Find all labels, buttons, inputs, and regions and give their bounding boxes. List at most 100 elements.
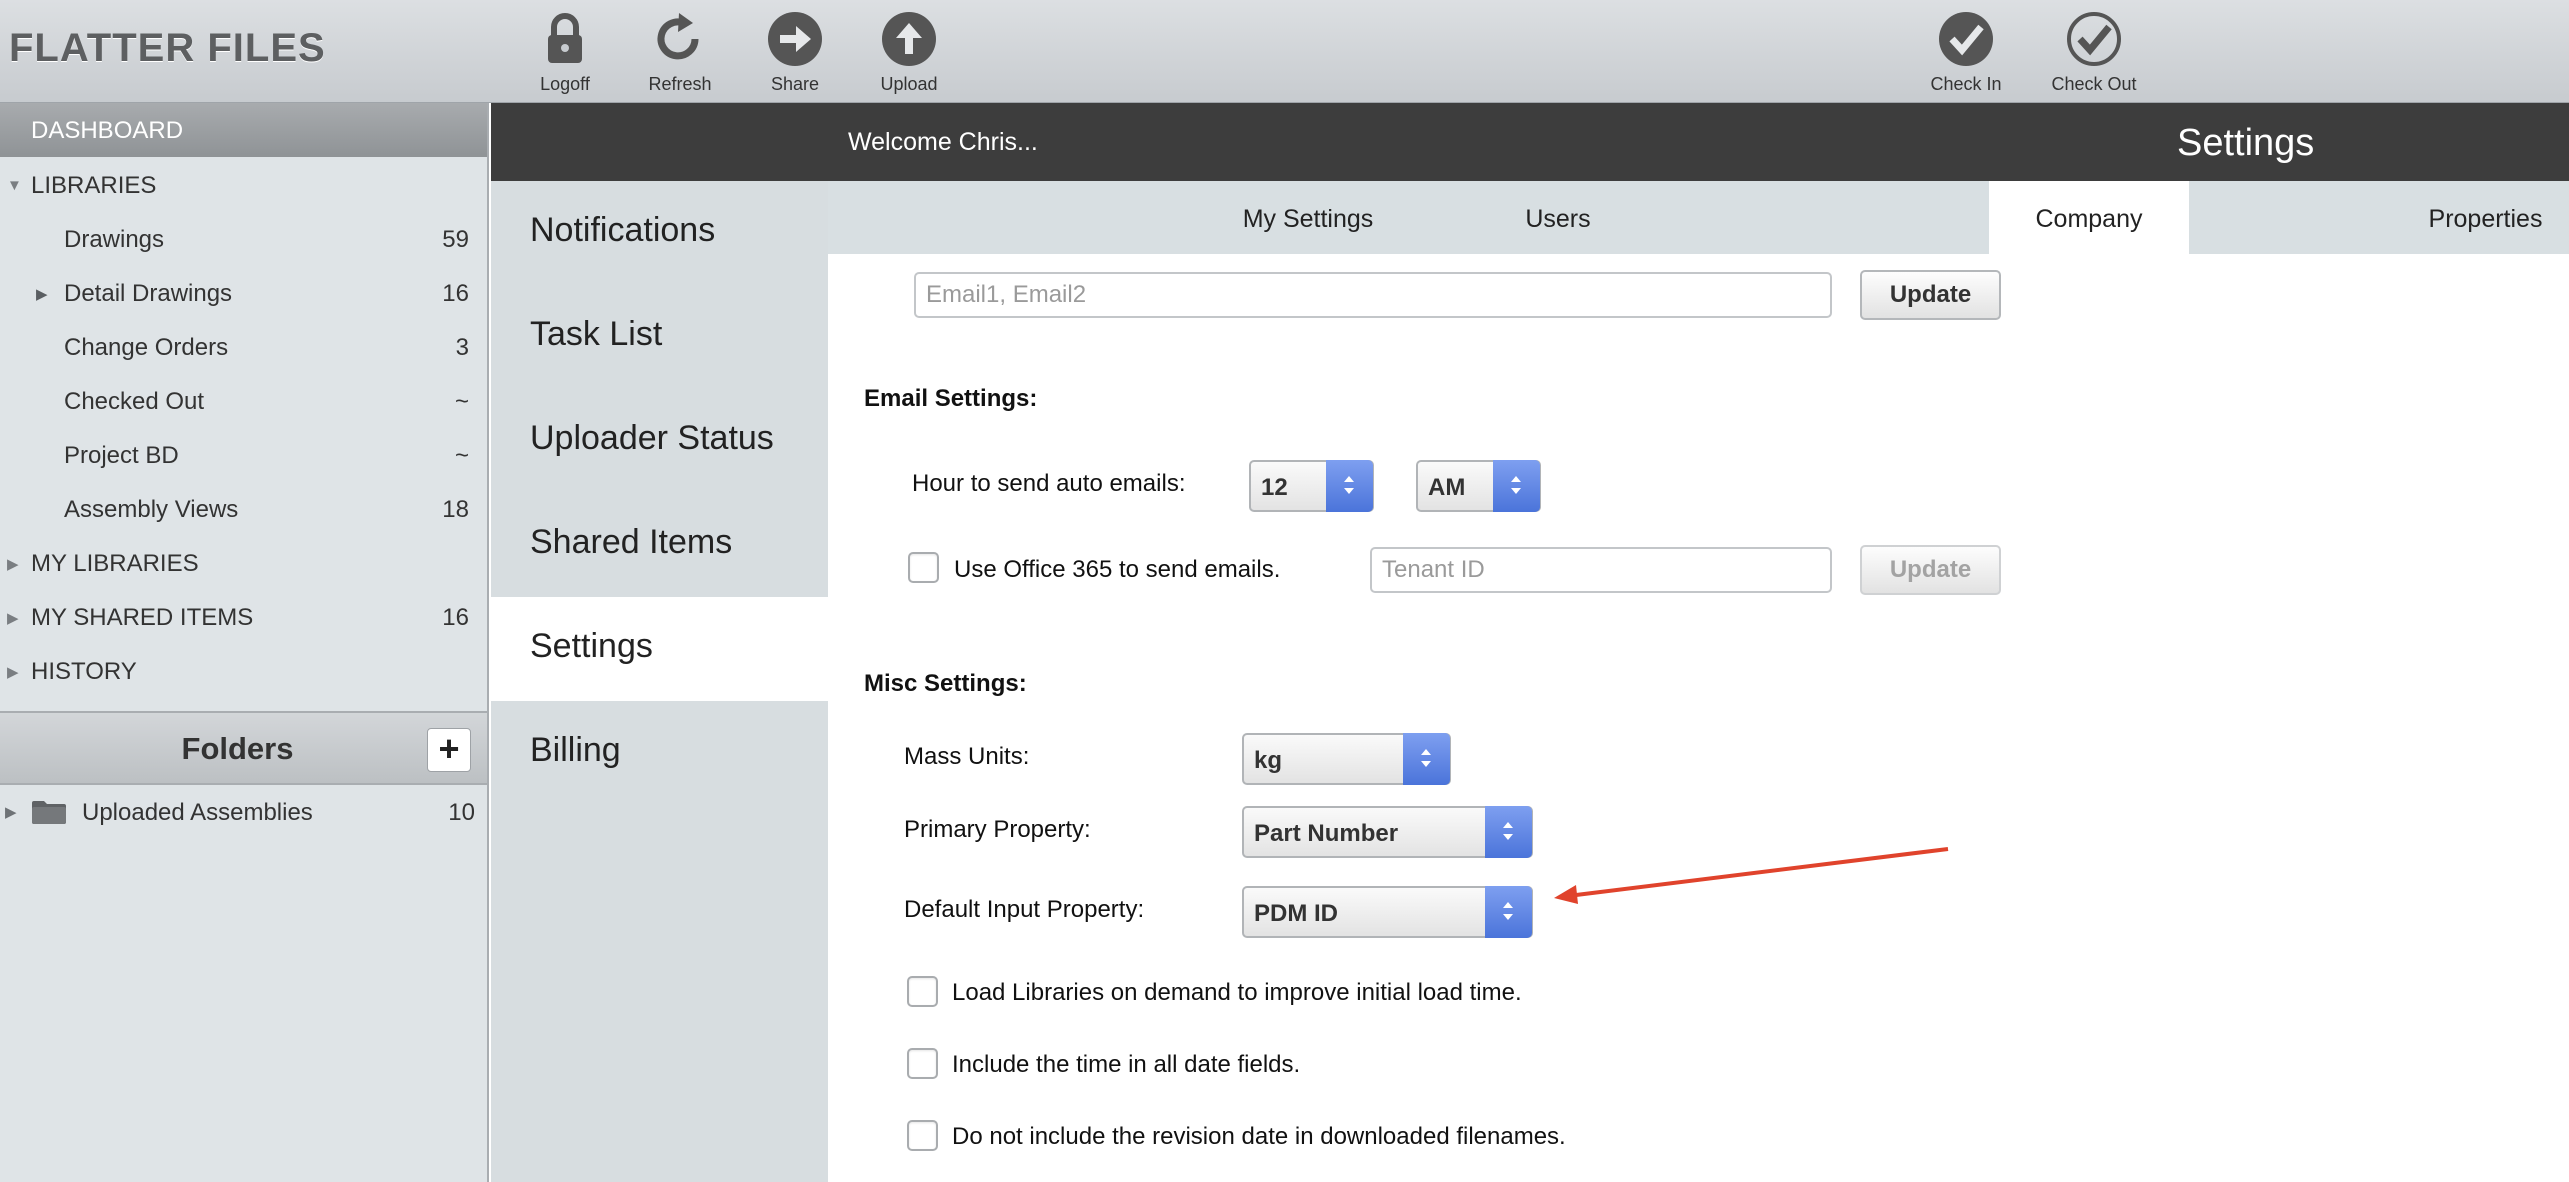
nav-item-shared-items[interactable]: Shared Items <box>491 493 828 597</box>
upload-label: Upload <box>880 74 938 94</box>
sidebar-item-label: Drawings <box>64 226 165 253</box>
sidebar-item-detail-drawings[interactable]: ▶ Detail Drawings 16 <box>0 265 487 319</box>
add-folder-button[interactable]: + <box>427 728 471 772</box>
hour-select-value: 12 <box>1261 474 1288 501</box>
sidebar-section-my-shared-items[interactable]: ▶ MY SHARED ITEMS 16 <box>0 589 487 643</box>
logoff-label: Logoff <box>540 74 590 94</box>
nav-item-uploader-status[interactable]: Uploader Status <box>491 389 828 493</box>
page-title: Settings <box>2177 122 2315 164</box>
share-label: Share <box>770 74 820 94</box>
sidebar-item-count: 3 <box>455 334 469 361</box>
sidebar-item-count: 18 <box>442 496 469 523</box>
tenant-update-button[interactable]: Update <box>1860 545 2001 595</box>
refresh-label: Refresh <box>648 74 712 94</box>
sidebar-section-label: MY LIBRARIES <box>31 550 199 577</box>
mass-units-select[interactable]: kg <box>1242 733 1451 785</box>
sidebar-section-label: HISTORY <box>31 658 137 685</box>
sidebar-section-label: MY SHARED ITEMS <box>31 604 254 631</box>
office365-label: Use Office 365 to send emails. <box>954 556 1281 583</box>
app-title: FLATTER FILES <box>9 26 326 70</box>
sidebar-section-my-libraries[interactable]: ▶ MY LIBRARIES <box>0 535 487 589</box>
default-input-property-select[interactable]: PDM ID <box>1242 886 1533 938</box>
email-settings-title: Email Settings: <box>864 385 1038 412</box>
sidebar-item-count: 59 <box>442 226 469 253</box>
sidebar-item-count: 16 <box>442 604 469 631</box>
tab-users[interactable]: Users <box>1433 181 1683 254</box>
no-revision-date-label: Do not include the revision date in down… <box>952 1123 1566 1150</box>
hour-select[interactable]: 12 <box>1249 460 1374 512</box>
default-input-property-value: PDM ID <box>1254 900 1338 927</box>
mass-units-label: Mass Units: <box>904 743 1030 770</box>
folders-header: Folders + <box>0 711 487 785</box>
sidebar-item-change-orders[interactable]: Change Orders 3 <box>0 319 487 373</box>
share-button[interactable]: Share <box>740 10 850 96</box>
nav-item-billing[interactable]: Billing <box>491 701 828 805</box>
primary-property-select[interactable]: Part Number <box>1242 806 1533 858</box>
logoff-button[interactable]: Logoff <box>510 10 620 96</box>
main-content: Welcome Chris... Settings My Settings Us… <box>828 103 2569 1182</box>
triangle-right-icon[interactable]: ▶ <box>7 609 19 627</box>
folder-icon <box>32 801 66 824</box>
nav-header-bar <box>491 103 828 181</box>
nav-item-notifications[interactable]: Notifications <box>491 181 828 285</box>
folder-item-uploaded-assemblies[interactable]: ▶ Uploaded Assemblies 10 <box>0 791 487 837</box>
folder-count: 10 <box>448 799 475 826</box>
welcome-text: Welcome Chris... <box>848 128 1038 156</box>
sidebar-item-label: Detail Drawings <box>64 280 233 307</box>
tenant-id-input[interactable] <box>1370 547 1832 593</box>
no-revision-date-checkbox[interactable] <box>907 1120 938 1151</box>
ampm-select[interactable]: AM <box>1416 460 1541 512</box>
tab-my-settings[interactable]: My Settings <box>1183 181 1433 254</box>
sidebar: DASHBOARD ▼ LIBRARIES Drawings 59 ▶ Deta… <box>0 103 489 1182</box>
primary-property-value: Part Number <box>1254 820 1399 847</box>
emails-input[interactable] <box>914 272 1832 318</box>
sidebar-dashboard[interactable]: DASHBOARD <box>0 103 487 157</box>
refresh-icon <box>657 13 699 60</box>
tab-company[interactable]: Company <box>1989 181 2189 254</box>
check-in-button[interactable]: Check In <box>1911 10 2021 96</box>
check-out-button[interactable]: Check Out <box>2039 10 2149 96</box>
sidebar-section-libraries[interactable]: ▼ LIBRARIES <box>0 157 487 211</box>
nav-item-settings[interactable]: Settings <box>491 597 828 701</box>
check-circle-icon <box>1939 12 1993 66</box>
sidebar-item-drawings[interactable]: Drawings 59 <box>0 211 487 265</box>
check-out-label: Check Out <box>2051 74 2137 94</box>
select-arrows-icon <box>1493 460 1540 512</box>
triangle-right-icon[interactable]: ▶ <box>5 803 17 821</box>
mass-units-value: kg <box>1254 747 1283 774</box>
office365-checkbox[interactable] <box>908 552 939 583</box>
upload-button[interactable]: Upload <box>854 10 964 96</box>
triangle-down-icon[interactable]: ▼ <box>7 177 22 194</box>
hour-label: Hour to send auto emails: <box>912 470 1186 497</box>
arrow-right-circle-icon <box>768 12 822 66</box>
include-time-label: Include the time in all date fields. <box>952 1051 1301 1078</box>
sidebar-item-assembly-views[interactable]: Assembly Views 18 <box>0 481 487 535</box>
nav-item-task-list[interactable]: Task List <box>491 285 828 389</box>
sidebar-section-label: LIBRARIES <box>31 172 157 199</box>
sidebar-item-project-bd[interactable]: Project BD ~ <box>0 427 487 481</box>
emails-update-button[interactable]: Update <box>1860 270 2001 320</box>
select-arrows-icon <box>1326 460 1373 512</box>
tab-properties[interactable]: Properties <box>2408 181 2563 254</box>
triangle-right-icon[interactable]: ▶ <box>7 555 19 573</box>
default-input-property-label: Default Input Property: <box>904 896 1145 923</box>
refresh-button[interactable]: Refresh <box>625 10 735 96</box>
lock-icon <box>548 13 582 63</box>
sidebar-item-count: 16 <box>442 280 469 307</box>
sidebar-item-label: Project BD <box>64 442 179 469</box>
settings-nav: Notifications Task List Uploader Status … <box>491 103 828 1182</box>
folder-label: Uploaded Assemblies <box>82 799 313 826</box>
load-on-demand-label: Load Libraries on demand to improve init… <box>952 979 1522 1006</box>
main-header: Welcome Chris... Settings <box>828 103 2569 181</box>
select-arrows-icon <box>1485 806 1532 858</box>
ampm-select-value: AM <box>1428 474 1466 501</box>
load-on-demand-checkbox[interactable] <box>907 976 938 1007</box>
sidebar-section-history[interactable]: ▶ HISTORY <box>0 643 487 697</box>
triangle-right-icon[interactable]: ▶ <box>36 285 48 303</box>
include-time-checkbox[interactable] <box>907 1048 938 1079</box>
sidebar-item-label: Change Orders <box>64 334 229 361</box>
misc-settings-title: Misc Settings: <box>864 670 1027 697</box>
triangle-right-icon[interactable]: ▶ <box>7 663 19 681</box>
arrow-up-circle-icon <box>882 12 936 66</box>
sidebar-item-checked-out[interactable]: Checked Out ~ <box>0 373 487 427</box>
